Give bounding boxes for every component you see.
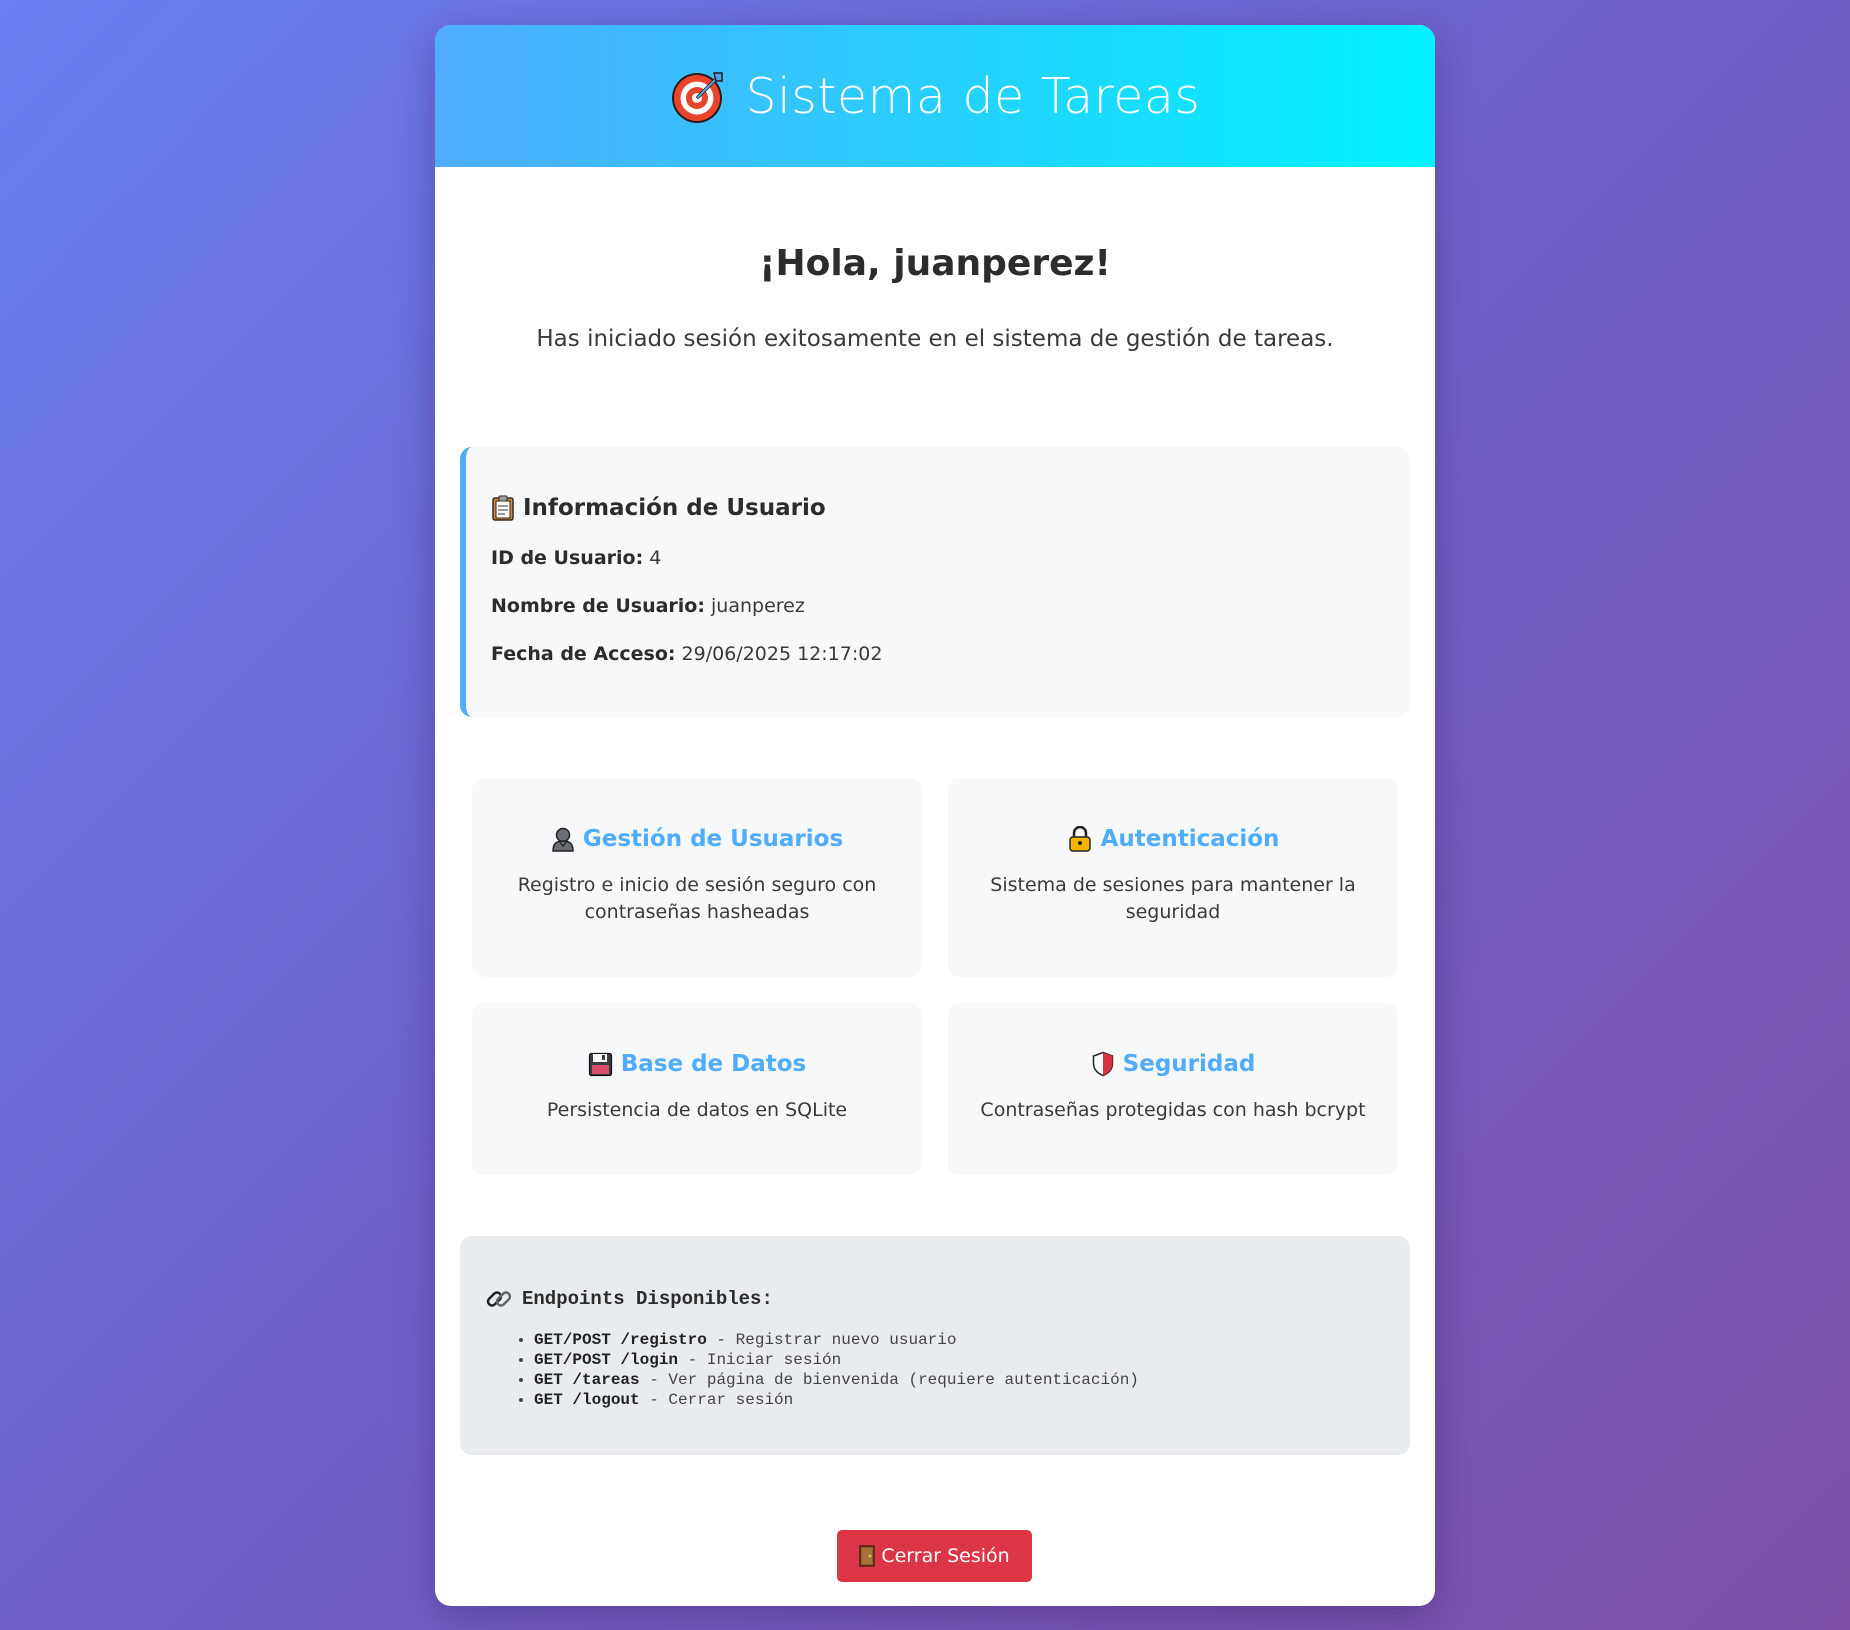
feature-title-text: Base de Datos — [620, 1051, 807, 1077]
link-icon — [486, 1291, 512, 1307]
endpoints-list: GET/POST /registro - Registrar nuevo usu… — [486, 1330, 1410, 1410]
feature-desc: Contraseñas protegidas con hash bcrypt — [980, 1099, 1366, 1121]
access-date-label: Fecha de Acceso: — [491, 643, 676, 665]
feature-title: Autenticación — [978, 826, 1368, 852]
feature-title-text: Seguridad — [1122, 1051, 1256, 1077]
endpoint-desc: - Iniciar sesión — [678, 1351, 842, 1369]
feature-desc: Persistencia de datos en SQLite — [546, 1099, 848, 1121]
user-id-label: ID de Usuario: — [491, 547, 644, 569]
list-item: GET/POST /registro - Registrar nuevo usu… — [534, 1330, 1410, 1350]
user-info-title: Información de Usuario — [491, 495, 1410, 521]
endpoints-panel: Endpoints Disponibles: GET/POST /registr… — [460, 1236, 1410, 1455]
feature-title: Seguridad — [978, 1051, 1368, 1077]
logout-button[interactable]: Cerrar Sesión — [837, 1530, 1032, 1582]
features-grid: Gestión de Usuarios Registro e inicio de… — [472, 778, 1398, 1175]
feature-card-security: Seguridad Contraseñas protegidas con has… — [948, 1003, 1398, 1175]
greeting-heading: ¡Hola, juanperez! — [759, 243, 1111, 284]
clipboard-icon — [492, 495, 514, 521]
access-date-row: Fecha de Acceso: 29/06/2025 12:17:02 — [491, 643, 1410, 665]
access-date-value: 29/06/2025 12:17:02 — [681, 643, 883, 665]
floppy-disk-icon — [588, 1052, 612, 1076]
feature-title-text: Autenticación — [1100, 826, 1280, 852]
endpoint-method: GET/POST /login — [534, 1351, 679, 1369]
app-header: Sistema de Tareas — [435, 25, 1435, 167]
endpoint-method: GET /logout — [534, 1391, 640, 1409]
username-value: juanperez — [711, 595, 805, 617]
endpoint-desc: - Cerrar sesión — [639, 1391, 794, 1409]
username-row: Nombre de Usuario: juanperez — [491, 595, 1410, 617]
app-title: Sistema de Tareas — [670, 67, 1201, 125]
list-item: GET /logout - Cerrar sesión — [534, 1390, 1410, 1410]
endpoints-title: Endpoints Disponibles: — [486, 1286, 1410, 1312]
feature-title: Gestión de Usuarios — [502, 826, 892, 852]
endpoint-desc: - Registrar nuevo usuario — [706, 1331, 957, 1349]
door-icon — [859, 1545, 875, 1567]
username-label: Nombre de Usuario: — [491, 595, 705, 617]
feature-card-users: Gestión de Usuarios Registro e inicio de… — [472, 778, 922, 977]
feature-card-database: Base de Datos Persistencia de datos en S… — [472, 1003, 922, 1175]
endpoint-desc: - Ver página de bienvenida (requiere aut… — [639, 1371, 1139, 1389]
user-info-title-text: Información de Usuario — [523, 495, 826, 521]
list-item: GET /tareas - Ver página de bienvenida (… — [534, 1370, 1410, 1390]
target-icon — [671, 72, 723, 123]
user-info-panel: Información de Usuario ID de Usuario: 4 … — [460, 447, 1410, 717]
app-title-text: Sistema de Tareas — [745, 67, 1201, 125]
shield-icon — [1092, 1051, 1113, 1077]
logout-button-label: Cerrar Sesión — [881, 1545, 1010, 1567]
list-item: GET/POST /login - Iniciar sesión — [534, 1350, 1410, 1370]
welcome-subtitle: Has iniciado sesión exitosamente en el s… — [536, 326, 1334, 352]
endpoint-method: GET/POST /registro — [534, 1331, 707, 1349]
feature-desc: Sistema de sesiones para mantener la seg… — [990, 874, 1356, 923]
endpoints-title-text: Endpoints Disponibles: — [522, 1288, 773, 1310]
main-card: Sistema de Tareas ¡Hola, juanperez! Has … — [435, 25, 1435, 1606]
endpoint-method: GET /tareas — [534, 1371, 640, 1389]
user-id-value: 4 — [649, 547, 662, 569]
feature-title: Base de Datos — [502, 1051, 892, 1077]
feature-desc: Registro e inicio de sesión seguro con c… — [517, 874, 877, 923]
lock-icon — [1068, 826, 1091, 852]
user-icon — [552, 827, 574, 852]
feature-title-text: Gestión de Usuarios — [582, 826, 844, 852]
user-id-row: ID de Usuario: 4 — [491, 547, 1410, 569]
feature-card-auth: Autenticación Sistema de sesiones para m… — [948, 778, 1398, 977]
